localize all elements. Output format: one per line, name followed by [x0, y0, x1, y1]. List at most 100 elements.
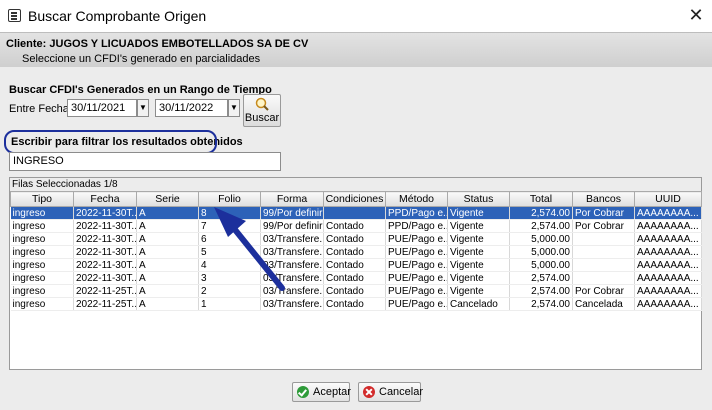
table-cell: 7 — [198, 219, 261, 233]
table-cell: 2 — [198, 284, 261, 298]
table-cell: AAAAAAAA... — [634, 297, 702, 311]
accept-button[interactable]: Aceptar — [292, 382, 351, 402]
table-row[interactable]: ingreso 2022-11-30T... A 3 03/Transfere... Co… — [10, 271, 702, 285]
table-cell: Vigente — [447, 206, 510, 220]
date-from-dropdown-icon[interactable]: ▼ — [137, 99, 149, 117]
client-instructions: Seleccione un CFDI's generado en parcial… — [22, 53, 261, 65]
table-cell: ingreso — [10, 258, 74, 272]
table-cell: Contado — [323, 232, 386, 246]
table-cell: 2022-11-30T... — [73, 206, 137, 220]
table-row[interactable]: ingreso 2022-11-30T... A 7 99/Por definir Con… — [10, 219, 702, 233]
filter-input[interactable]: INGRESO — [9, 152, 281, 171]
table-cell: 03/Transfere... — [260, 271, 324, 285]
table-row[interactable]: ingreso 2022-11-30T... A 5 03/Transfere... Co… — [10, 245, 702, 259]
table-cell: 99/Por definir — [260, 219, 324, 233]
table-cell: 2022-11-30T... — [73, 245, 137, 259]
cancel-button[interactable]: Cancelar — [358, 382, 424, 402]
table-cell: 2022-11-30T... — [73, 219, 137, 233]
table-cell: 2022-11-25T... — [73, 284, 137, 298]
table-cell: A — [136, 284, 199, 298]
results-grid[interactable]: Filas Seleccionadas 1/8 Tipo Fecha Serie Fo… — [9, 177, 702, 370]
table-cell: Por Cobrar — [572, 219, 635, 233]
table-cell: 2022-11-25T... — [73, 297, 137, 311]
table-cell: Contado — [323, 258, 386, 272]
table-cell: 8 — [198, 206, 261, 220]
table-cell: ingreso — [10, 297, 74, 311]
table-cell: PPD/Pago e... — [385, 206, 448, 220]
magnifier-icon — [255, 97, 269, 111]
table-cell — [572, 232, 635, 246]
table-cell: Contado — [323, 284, 386, 298]
table-row[interactable]: ingreso 2022-11-25T... A 1 03/Transfere... Co… — [10, 297, 702, 311]
table-cell: ingreso — [10, 206, 74, 220]
table-cell: AAAAAAAA... — [634, 258, 702, 272]
column-header[interactable]: Folio — [198, 191, 261, 207]
table-cell: 5,000.00 — [509, 245, 573, 259]
table-cell: PUE/Pago e... — [385, 271, 448, 285]
cancel-button-label: Cancelar — [379, 386, 424, 398]
table-cell: ingreso — [10, 245, 74, 259]
column-header[interactable]: Total — [509, 191, 573, 207]
search-heading: Buscar CFDI's Generados en un Rango de T… — [9, 84, 272, 96]
table-cell: 1 — [198, 297, 261, 311]
table-cell: AAAAAAAA... — [634, 219, 702, 233]
table-cell: 2,574.00 — [509, 271, 573, 285]
selected-rows-caption: Filas Seleccionadas 1/8 — [10, 178, 701, 191]
table-cell: AAAAAAAA... — [634, 284, 702, 298]
table-cell: 4 — [198, 258, 261, 272]
column-header[interactable]: Condiciones — [323, 191, 386, 207]
date-from-field[interactable]: 30/11/2021 — [67, 99, 137, 117]
table-cell — [323, 206, 386, 220]
table-cell: ingreso — [10, 284, 74, 298]
table-cell: PUE/Pago e... — [385, 245, 448, 259]
table-cell: 2,574.00 — [509, 206, 573, 220]
close-icon[interactable]: ✕ — [686, 5, 706, 25]
table-cell: Vigente — [447, 284, 510, 298]
table-cell: Contado — [323, 245, 386, 259]
table-cell: Contado — [323, 271, 386, 285]
column-header[interactable]: Método — [385, 191, 448, 207]
table-row[interactable]: ingreso 2022-11-30T... A 8 99/Por definir PPD… — [10, 206, 702, 220]
date-to-dropdown-icon[interactable]: ▼ — [228, 99, 240, 117]
table-cell: 5 — [198, 245, 261, 259]
column-header[interactable]: Forma — [260, 191, 324, 207]
table-cell: 03/Transfere... — [260, 245, 324, 259]
column-header[interactable]: Bancos — [572, 191, 635, 207]
table-row[interactable]: ingreso 2022-11-30T... A 6 03/Transfere... Co… — [10, 232, 702, 246]
column-header[interactable]: Fecha — [73, 191, 137, 207]
table-cell: 99/Por definir — [260, 206, 324, 220]
table-cell: ingreso — [10, 232, 74, 246]
table-cell: A — [136, 297, 199, 311]
table-header: Tipo Fecha Serie Folio Forma Condiciones Métod… — [10, 191, 702, 207]
column-header[interactable]: Serie — [136, 191, 199, 207]
table-cell: 2,574.00 — [509, 284, 573, 298]
table-cell: 6 — [198, 232, 261, 246]
column-header[interactable]: Status — [447, 191, 510, 207]
window-icon — [8, 9, 21, 22]
table-cell: 03/Transfere... — [260, 232, 324, 246]
table-cell: A — [136, 206, 199, 220]
table-cell: PUE/Pago e... — [385, 258, 448, 272]
table-cell: ingreso — [10, 271, 74, 285]
table-cell: Vigente — [447, 245, 510, 259]
table-cell: Vigente — [447, 258, 510, 272]
column-header[interactable]: Tipo — [10, 191, 74, 207]
table-row[interactable]: ingreso 2022-11-25T... A 2 03/Transfere... Co… — [10, 284, 702, 298]
client-name: Cliente: JUGOS Y LICUADOS EMBOTELLADOS S… — [6, 38, 309, 50]
table-cell: AAAAAAAA... — [634, 271, 702, 285]
window-title: Buscar Comprobante Origen — [28, 8, 207, 24]
date-to-field[interactable]: 30/11/2022 — [155, 99, 228, 117]
table-cell: Vigente — [447, 219, 510, 233]
column-header[interactable]: UUID — [634, 191, 702, 207]
table-cell: A — [136, 245, 199, 259]
table-row[interactable]: ingreso 2022-11-30T... A 4 03/Transfere... Co… — [10, 258, 702, 272]
table-cell: Por Cobrar — [572, 206, 635, 220]
table-cell: 03/Transfere... — [260, 284, 324, 298]
date-range-label: Entre Fechas — [9, 103, 75, 115]
search-button[interactable]: Buscar — [243, 94, 281, 127]
table-cell: 5,000.00 — [509, 232, 573, 246]
table-cell: PUE/Pago e... — [385, 284, 448, 298]
table-cell — [572, 245, 635, 259]
cancel-icon — [363, 386, 375, 398]
filter-label-highlight — [4, 130, 217, 154]
